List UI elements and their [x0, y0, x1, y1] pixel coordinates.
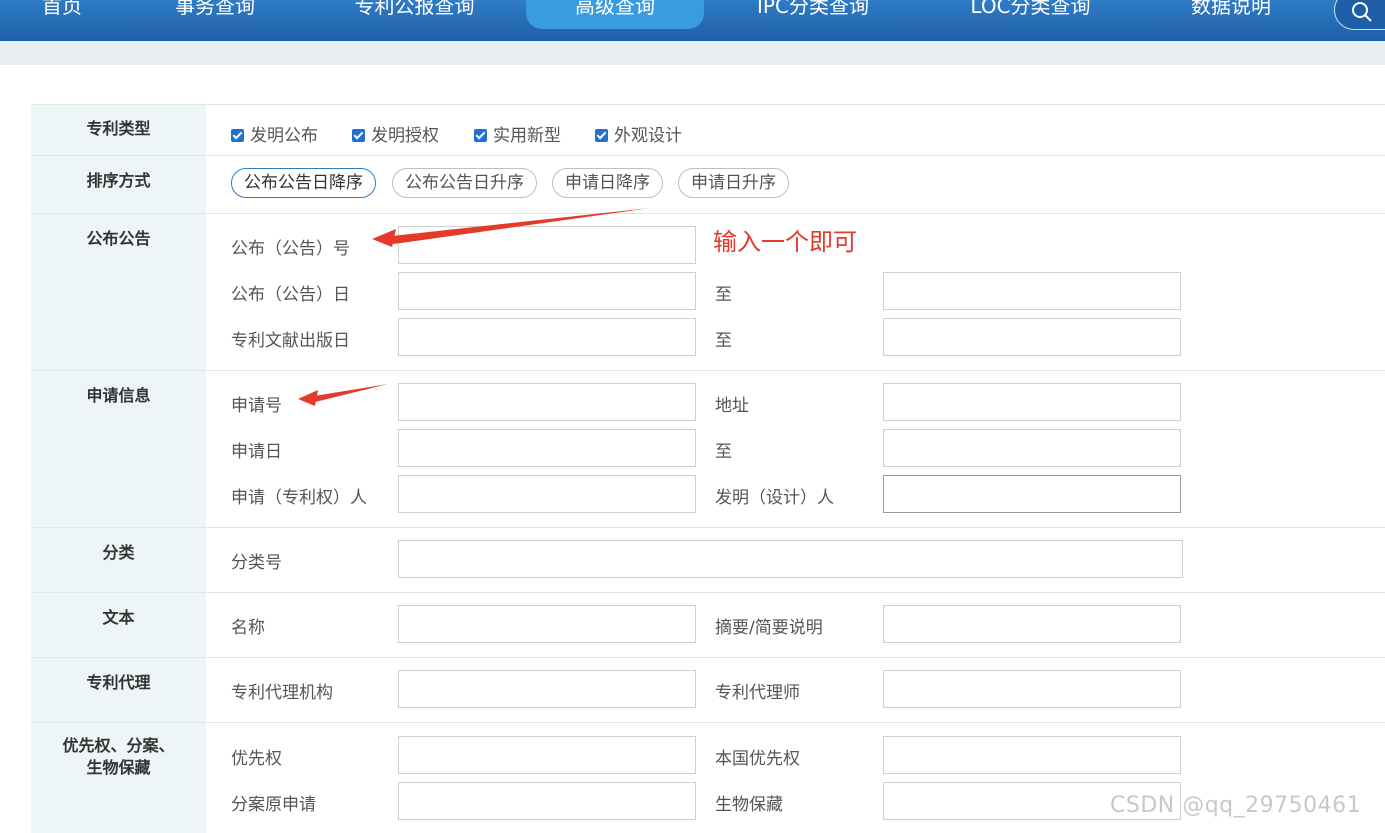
app-no-input[interactable] — [398, 383, 696, 421]
agency-input[interactable] — [398, 670, 696, 708]
nav-item-home[interactable]: 首页 — [37, 0, 87, 29]
abstract-input[interactable] — [883, 605, 1181, 643]
domestic-priority-input[interactable] — [883, 736, 1181, 774]
sort-app-date-asc[interactable]: 申请日升序 — [678, 168, 789, 198]
app-date-from-input[interactable] — [398, 429, 696, 467]
sort-pub-date-asc[interactable]: 公布公告日升序 — [392, 168, 537, 198]
nav-item-data-description[interactable]: 数据说明 — [1183, 0, 1279, 29]
pub-date-to-input[interactable] — [883, 272, 1181, 310]
row-label-agency: 专利代理 — [31, 658, 206, 723]
sort-app-date-desc[interactable]: 申请日降序 — [552, 168, 663, 198]
nav-item-loc-query[interactable]: LOC分类查询 — [958, 0, 1103, 29]
agent-label: 专利代理师 — [715, 683, 800, 703]
row-patent-type: 专利类型 发明公布 发明授权 实用新型 外观设计 — [31, 104, 1385, 156]
checkbox-checked-icon — [595, 129, 608, 142]
top-nav: 首页 事务查询 专利公报查询 高级查询 IPC分类查询 LOC分类查询 数据说明 — [0, 0, 1385, 41]
divisional-label: 分案原申请 — [231, 795, 316, 815]
row-label-patent-type: 专利类型 — [31, 105, 206, 156]
row-label-priority: 优先权、分案、 生物保藏 — [31, 723, 206, 833]
watermark: CSDN @qq_29750461 — [1110, 793, 1362, 818]
search-icon — [1352, 2, 1372, 22]
checkbox-design[interactable]: 外观设计 — [595, 121, 682, 146]
checkbox-checked-icon — [352, 129, 365, 142]
doc-date-to-label: 至 — [715, 331, 732, 351]
row-label-sort: 排序方式 — [31, 156, 206, 214]
nav-item-gazette-query[interactable]: 专利公报查询 — [342, 0, 487, 29]
priority-input[interactable] — [398, 736, 696, 774]
inventor-label: 发明（设计）人 — [715, 488, 834, 508]
sort-pub-date-desc[interactable]: 公布公告日降序 — [231, 168, 376, 198]
domestic-priority-label: 本国优先权 — [715, 749, 800, 769]
nav-underline-strip — [0, 41, 1385, 65]
name-input[interactable] — [398, 605, 696, 643]
row-label-classification: 分类 — [31, 528, 206, 593]
checkbox-utility-model[interactable]: 实用新型 — [474, 121, 561, 146]
address-label: 地址 — [715, 396, 749, 416]
class-no-label: 分类号 — [231, 553, 282, 573]
checkbox-checked-icon — [231, 129, 244, 142]
row-classification: 分类 分类号 — [31, 527, 1385, 593]
nav-item-transaction-query[interactable]: 事务查询 — [165, 0, 265, 29]
row-text: 文本 名称 摘要/简要说明 — [31, 592, 1385, 658]
app-date-to-input[interactable] — [883, 429, 1181, 467]
bio-deposit-label: 生物保藏 — [715, 795, 783, 815]
row-label-publication: 公布公告 — [31, 214, 206, 371]
row-sort: 排序方式 公布公告日降序 公布公告日升序 申请日降序 申请日升序 — [31, 155, 1385, 214]
annotation-note: 输入一个即可 — [713, 228, 857, 256]
row-label-application: 申请信息 — [31, 371, 206, 528]
applicant-input[interactable] — [398, 475, 696, 513]
priority-label: 优先权 — [231, 749, 282, 769]
app-no-label: 申请号 — [231, 396, 282, 416]
pub-no-input[interactable] — [398, 226, 696, 264]
nav-item-advanced-query[interactable]: 高级查询 — [526, 0, 704, 29]
app-date-label: 申请日 — [231, 442, 282, 462]
agent-input[interactable] — [883, 670, 1181, 708]
checkbox-checked-icon — [474, 129, 487, 142]
row-application: 申请信息 申请号 地址 申请日 至 申请（专利权）人 发明（设计）人 — [31, 370, 1385, 528]
address-input[interactable] — [883, 383, 1181, 421]
class-no-input[interactable] — [398, 540, 1183, 578]
abstract-label: 摘要/简要说明 — [715, 618, 823, 638]
row-publication: 公布公告 公布（公告）号 输入一个即可 公布（公告）日 至 专利文献出版日 至 — [31, 213, 1385, 371]
doc-date-label: 专利文献出版日 — [231, 331, 350, 351]
pub-date-from-input[interactable] — [398, 272, 696, 310]
inventor-input[interactable] — [883, 475, 1181, 513]
applicant-label: 申请（专利权）人 — [231, 488, 367, 508]
name-label: 名称 — [231, 618, 265, 638]
row-label-text: 文本 — [31, 593, 206, 658]
nav-item-ipc-query[interactable]: IPC分类查询 — [743, 0, 883, 29]
doc-date-to-input[interactable] — [883, 318, 1181, 356]
nav-search-button[interactable] — [1334, 0, 1385, 30]
doc-date-from-input[interactable] — [398, 318, 696, 356]
checkbox-invention-grant[interactable]: 发明授权 — [352, 121, 439, 146]
agency-label: 专利代理机构 — [231, 683, 333, 703]
checkbox-invention-publication[interactable]: 发明公布 — [231, 121, 318, 146]
divisional-input[interactable] — [398, 782, 696, 820]
pub-date-to-label: 至 — [715, 285, 732, 305]
pub-date-label: 公布（公告）日 — [231, 285, 350, 305]
app-date-to-label: 至 — [715, 442, 732, 462]
row-agency: 专利代理 专利代理机构 专利代理师 — [31, 657, 1385, 723]
pub-no-label: 公布（公告）号 — [231, 239, 350, 259]
